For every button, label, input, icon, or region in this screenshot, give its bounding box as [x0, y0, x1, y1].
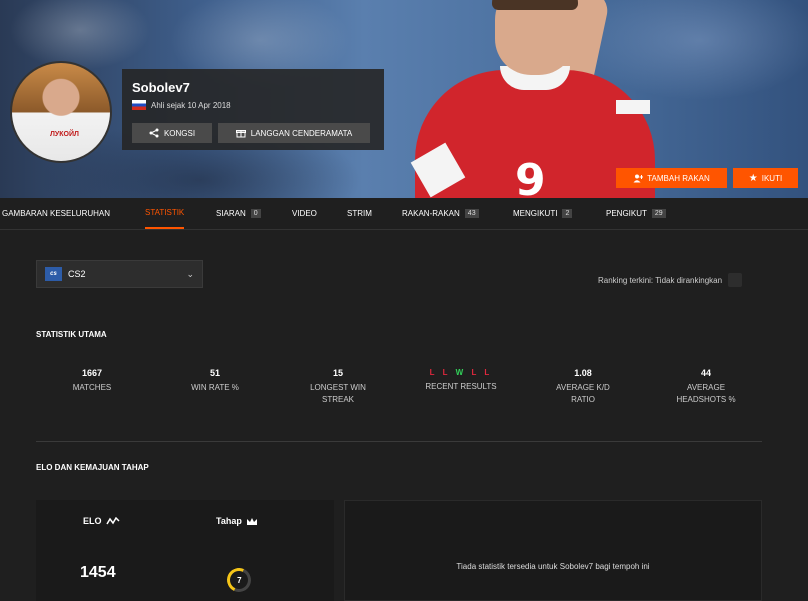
crown-icon: [246, 517, 257, 525]
stat-label-line: LONGEST WIN: [310, 383, 366, 392]
elo-label: ELO: [83, 516, 102, 526]
stat-label-line: RATIO: [571, 395, 595, 404]
stat-label: AVERAGE K/D RATIO: [528, 382, 638, 406]
elo-value: 1454: [80, 564, 116, 581]
tab-label: RAKAN-RAKAN: [402, 209, 460, 218]
ranking-icon: [728, 273, 743, 287]
tab-label: MENGIKUTI: [513, 209, 558, 218]
tab-streams[interactable]: STRIM: [347, 198, 372, 229]
tab-followers[interactable]: PENGIKUT 29: [606, 198, 666, 229]
cs-logo-icon: cs: [45, 267, 62, 281]
tab-videos[interactable]: VIDEO: [292, 198, 317, 229]
level-value: 7: [236, 575, 242, 585]
stat-value: 15: [332, 368, 343, 378]
result-loss: L: [442, 368, 451, 377]
stat-recent-results: L L W L L RECENT RESULTS: [406, 368, 516, 393]
stat-label: LONGEST WIN STREAK: [283, 382, 393, 406]
tab-overview[interactable]: GAMBARAN KESELURUHAN: [2, 198, 110, 229]
tab-friends[interactable]: RAKAN-RAKAN 43: [402, 198, 479, 229]
stat-label-line: HEADSHOTS %: [676, 395, 736, 404]
stat-label: AVERAGE HEADSHOTS %: [651, 382, 761, 406]
stat-label: WIN RATE %: [191, 383, 239, 392]
share-icon: [149, 128, 159, 138]
stat-label-line: AVERAGE K/D: [556, 383, 610, 392]
stat-label: RECENT RESULTS: [425, 382, 497, 391]
stat-value: 1.08: [574, 368, 592, 378]
tab-count: 43: [464, 209, 479, 218]
star-icon: ★: [748, 172, 758, 184]
member-since-text: Ahli sejak 10 Apr 2018: [151, 100, 231, 110]
follow-button[interactable]: ★ IKUTI: [733, 168, 798, 188]
main-stats-title: STATISTIK UTAMA: [36, 330, 107, 339]
stat-avg-kd: 1.08 AVERAGE K/D RATIO: [528, 368, 638, 406]
tab-following[interactable]: MENGIKUTI 2: [513, 198, 573, 229]
stat-label-line: AVERAGE: [686, 383, 726, 392]
gift-icon: [235, 130, 246, 138]
stat-win-rate: 51 WIN RATE %: [160, 368, 270, 394]
recent-results: L L W L L: [406, 368, 516, 377]
tab-count: 0: [250, 209, 261, 218]
stat-longest-streak: 15 LONGEST WIN STREAK: [283, 368, 393, 406]
tab-label: STATISTIK: [145, 208, 185, 217]
banner-shirt-number: 9: [515, 155, 546, 198]
gift-subscription-button[interactable]: LANGGAN CENDERAMATA: [218, 123, 370, 143]
stat-matches: 1667 MATCHES: [37, 368, 147, 394]
tab-label: STRIM: [347, 209, 372, 218]
stat-value: 51: [209, 368, 220, 378]
result-loss: L: [484, 368, 493, 377]
follow-label: IKUTI: [761, 173, 783, 183]
elo-chart-panel: Tiada statistik tersedia untuk Sobolev7 …: [344, 500, 762, 601]
gift-label: LANGGAN CENDERAMATA: [250, 128, 353, 138]
trend-icon: [105, 517, 120, 525]
avatar-shirt-text: ЛУКОЙЛ: [50, 131, 79, 138]
share-button[interactable]: KONGSI: [132, 123, 212, 143]
add-user-icon: [633, 174, 644, 182]
stat-value: 1667: [81, 368, 103, 378]
ranking-status: Ranking terkini: Tidak dirankingkan: [598, 273, 743, 287]
russia-flag-icon: [132, 100, 146, 110]
tab-statistics[interactable]: STATISTIK: [145, 198, 185, 229]
tab-label: GAMBARAN KESELURUHAN: [2, 209, 111, 218]
section-divider: [36, 441, 762, 442]
game-name: CS2: [68, 269, 86, 279]
add-friend-label: TAMBAH RAKAN: [647, 173, 710, 183]
banner-player-head: [495, 0, 575, 75]
result-loss: L: [471, 368, 480, 377]
tab-posts[interactable]: SIARAN 0: [216, 198, 261, 229]
result-loss: L: [429, 368, 438, 377]
add-friend-button[interactable]: TAMBAH RAKAN: [616, 168, 727, 188]
tab-label: SIARAN: [216, 209, 246, 218]
chevron-down-icon: ⌄: [186, 268, 194, 279]
username: Sobolev7: [132, 80, 190, 95]
stat-label: MATCHES: [72, 383, 112, 392]
tab-label: VIDEO: [292, 209, 317, 218]
banner-player-hair: [492, 0, 578, 10]
tab-count: 2: [562, 209, 573, 218]
empty-stats-message: Tiada statistik tersedia untuk Sobolev7 …: [456, 562, 650, 571]
game-select[interactable]: cs CS2 ⌄: [36, 260, 203, 288]
elo-section-title: ELO DAN KEMAJUAN TAHAP: [36, 463, 149, 472]
banner-player-sleeve-right: [616, 100, 650, 114]
level-heading: Tahap: [216, 516, 258, 526]
profile-card: Sobolev7 Ahli sejak 10 Apr 2018 KONGSI L…: [122, 69, 384, 150]
tab-count: 29: [651, 209, 666, 218]
member-since: Ahli sejak 10 Apr 2018: [132, 100, 231, 110]
result-win: W: [455, 368, 467, 377]
stat-avg-headshots: 44 AVERAGE HEADSHOTS %: [651, 368, 761, 406]
tab-label: PENGIKUT: [606, 209, 647, 218]
share-label: KONGSI: [163, 128, 196, 138]
avatar[interactable]: ЛУКОЙЛ: [10, 61, 112, 163]
level-label: Tahap: [216, 516, 242, 526]
elo-panel: [36, 500, 334, 601]
elo-heading: ELO: [83, 516, 120, 526]
stat-label-line: STREAK: [321, 395, 354, 404]
ranking-text: Ranking terkini: Tidak dirankingkan: [598, 275, 723, 285]
stat-value: 44: [700, 368, 711, 378]
profile-tabs: GAMBARAN KESELURUHAN STATISTIK SIARAN 0 V…: [0, 198, 808, 230]
